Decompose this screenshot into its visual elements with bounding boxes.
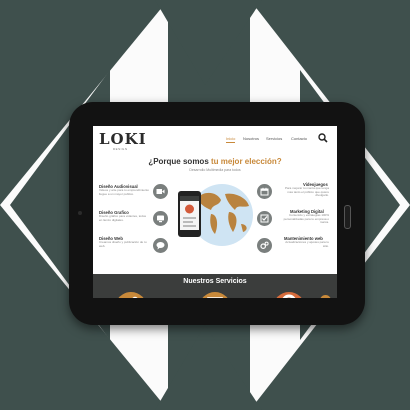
site-logo-subtitle: DESIGN xyxy=(113,147,128,151)
nav-item-nosotros[interactable]: Nosotros xyxy=(243,136,259,141)
calendar-icon xyxy=(257,184,272,199)
nav-item-contacto[interactable]: Contacto xyxy=(291,136,307,141)
search-icon[interactable] xyxy=(318,133,328,143)
hero-title-prefix: ¿Porque somos xyxy=(148,157,211,166)
chat-icon xyxy=(153,238,168,253)
service-desc-mantenimiento: Actualizaciones y ajustes para tu sitio. xyxy=(285,240,329,248)
gears-icon xyxy=(257,238,272,253)
video-icon xyxy=(153,184,168,199)
site-logo[interactable]: LOKI xyxy=(99,132,147,147)
top-navigation: LOKI DESIGN Inicio Nosotros Servicios Co… xyxy=(93,126,337,153)
service-desc-audiovisual: Videos y arte para tu emprendimiento lle… xyxy=(99,188,149,196)
gears-icon xyxy=(132,296,138,298)
service-desc-marketing: Contenido y estrategias 100% personaliza… xyxy=(283,213,329,225)
stage: LOKI DESIGN Inicio Nosotros Servicios Co… xyxy=(0,0,410,410)
monitor-icon xyxy=(207,297,223,298)
hero-title-accent: tu mejor elección? xyxy=(211,157,282,166)
service-orb-gears[interactable] xyxy=(115,292,147,298)
nav-item-servicios[interactable]: Servicios xyxy=(266,136,282,141)
nav-item-inicio[interactable]: Inicio xyxy=(226,136,236,143)
service-desc-videojuegos: Para mejorar tu marca que tenga mas tant… xyxy=(284,186,329,198)
service-orb-lifebuoy[interactable] xyxy=(273,292,305,298)
arrow-up-icon xyxy=(320,297,331,298)
tablet-home-button[interactable] xyxy=(344,205,351,229)
hero-subtitle: Desarrollo Multimedia para todos xyxy=(189,168,241,172)
tablet-camera xyxy=(78,211,82,215)
smartphone-graphic xyxy=(178,191,201,237)
services-section-title: Nuestros Servicios xyxy=(183,278,247,285)
smartphone-screen xyxy=(180,196,199,230)
website-screen: LOKI DESIGN Inicio Nosotros Servicios Co… xyxy=(93,126,337,298)
smartphone-content xyxy=(180,196,199,227)
service-orb-monitor[interactable] xyxy=(199,292,231,298)
service-desc-web: Creamos diseño y publicación de tu web. xyxy=(99,240,147,248)
hero-title: ¿Porque somos tu mejor elección? xyxy=(93,157,337,166)
checkbox-icon xyxy=(257,211,272,226)
service-desc-grafico: Diseño gráfico para volantes, todos en l… xyxy=(99,214,147,222)
graphic-design-icon xyxy=(153,211,168,226)
lifebuoy-icon xyxy=(282,294,296,298)
